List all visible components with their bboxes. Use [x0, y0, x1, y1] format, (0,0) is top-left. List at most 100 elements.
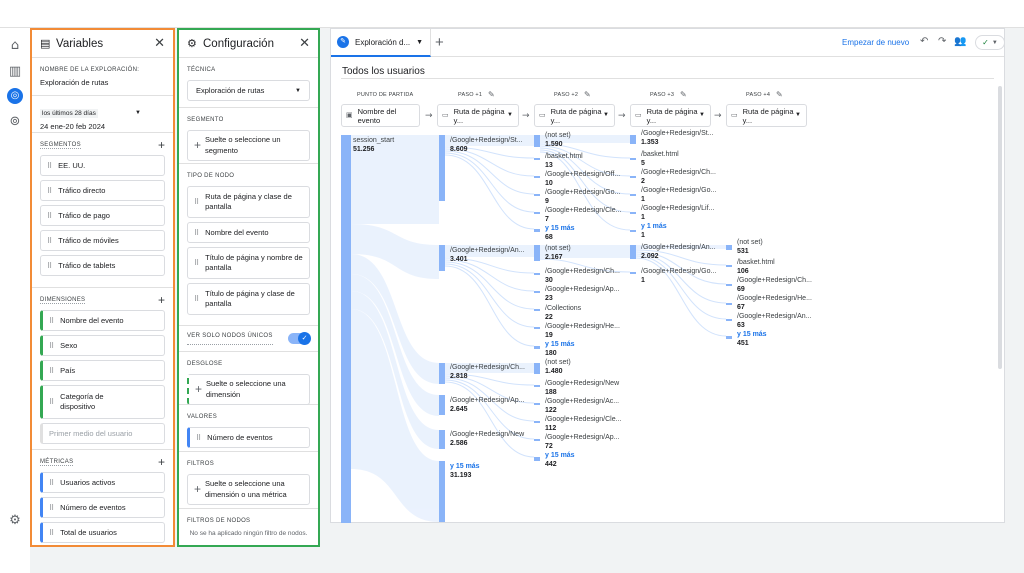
more-link[interactable]: y 15 más: [737, 331, 767, 338]
node-label[interactable]: /Google+Redesign/Lif...: [641, 205, 714, 212]
node-bar[interactable]: [439, 245, 445, 271]
node-bar[interactable]: [534, 421, 540, 423]
node-label[interactable]: /basket.html: [641, 151, 679, 158]
node-label[interactable]: /Google+Redesign/Ch...: [737, 277, 812, 284]
node-label[interactable]: /Google+Redesign/Go...: [641, 187, 716, 194]
segment-chip[interactable]: ⠿ Tráfico de tablets: [40, 255, 165, 276]
node-label[interactable]: /Google+Redesign/St...: [450, 137, 523, 144]
node-bar[interactable]: [534, 346, 540, 349]
node-bar[interactable]: [630, 245, 636, 259]
segment-chip[interactable]: ⠿ EE. UU.: [40, 155, 165, 176]
node-bar[interactable]: [534, 363, 540, 374]
drag-handle-icon[interactable]: ⠿: [49, 367, 54, 375]
segment-chip[interactable]: ⠿ Tráfico de pago: [40, 205, 165, 226]
drag-handle-icon[interactable]: ⠿: [194, 198, 199, 206]
node-bar[interactable]: [534, 457, 540, 461]
node-bar[interactable]: [439, 395, 445, 415]
node-bar[interactable]: [439, 430, 445, 449]
node-label[interactable]: /Google+Redesign/Go...: [545, 189, 620, 196]
dimension-chip[interactable]: ⠿ Sexo: [40, 335, 165, 356]
drag-handle-icon[interactable]: ⠿: [49, 504, 54, 512]
node-bar[interactable]: [630, 176, 636, 178]
more-link[interactable]: y 15 más: [545, 452, 575, 459]
add-dimension-plus-icon[interactable]: +: [158, 293, 165, 307]
node-bar[interactable]: [534, 327, 540, 329]
node-label[interactable]: (not set): [545, 132, 571, 139]
node-bar[interactable]: [534, 309, 540, 311]
exploration-name-value[interactable]: Exploración de rutas: [40, 78, 165, 87]
drag-handle-icon[interactable]: ⠿: [49, 398, 54, 406]
node-bar[interactable]: [439, 135, 445, 201]
node-bar[interactable]: [630, 272, 636, 274]
close-icon[interactable]: ✕: [154, 36, 165, 51]
node-label[interactable]: /Google+Redesign/Off...: [545, 171, 620, 178]
node-bar[interactable]: [534, 158, 540, 160]
node-bar[interactable]: [534, 176, 540, 178]
drag-handle-icon[interactable]: ⠿: [47, 237, 52, 245]
segment-chip[interactable]: ⠿ Tráfico directo: [40, 180, 165, 201]
drag-handle-icon[interactable]: ⠿: [47, 162, 52, 170]
drag-handle-icon[interactable]: ⠿: [47, 262, 52, 270]
node-bar[interactable]: [534, 273, 540, 275]
more-link[interactable]: y 1 más: [641, 223, 667, 230]
technique-select[interactable]: Exploración de rutas ▼: [187, 80, 310, 101]
node-label[interactable]: /Google+Redesign/Ch...: [545, 268, 620, 275]
node-label[interactable]: /Google+Redesign/An...: [450, 247, 525, 254]
node-label[interactable]: /Google+Redesign/Cle...: [545, 207, 621, 214]
node-label[interactable]: /Collections: [545, 305, 581, 312]
node-type-chip[interactable]: ⠿ Ruta de página y clase de pantalla: [187, 186, 310, 218]
filters-dropzone[interactable]: + Suelte o seleccione una dimensión o una…: [187, 474, 310, 505]
node-label[interactable]: /Google+Redesign/An...: [641, 244, 716, 251]
add-segment-plus-icon[interactable]: +: [158, 138, 165, 152]
node-label[interactable]: /Google+Redesign/He...: [545, 323, 620, 330]
drag-handle-icon[interactable]: ⠿: [49, 317, 54, 325]
close-icon[interactable]: ✕: [299, 36, 310, 51]
drag-handle-icon[interactable]: ⠿: [49, 529, 54, 537]
node-label[interactable]: /Google+Redesign/New: [450, 431, 524, 438]
node-label[interactable]: /basket.html: [545, 153, 583, 160]
explore-icon[interactable]: ◎: [7, 88, 23, 104]
node-bar[interactable]: [630, 135, 636, 144]
unique-nodes-toggle[interactable]: ✓: [288, 332, 311, 345]
node-type-chip[interactable]: ⠿ Nombre del evento: [187, 222, 310, 243]
start-node-bar[interactable]: [341, 135, 351, 523]
node-bar[interactable]: [726, 284, 732, 286]
metric-chip[interactable]: ⠿ Número de eventos: [40, 497, 165, 518]
node-label[interactable]: (not set): [545, 245, 571, 252]
metric-chip[interactable]: ⠿ Usuarios activos: [40, 472, 165, 493]
drag-handle-icon[interactable]: ⠿: [49, 479, 54, 487]
dimension-placeholder[interactable]: Primer medio del usuario: [40, 423, 165, 444]
drag-handle-icon[interactable]: ⠿: [47, 212, 52, 220]
admin-gear-icon[interactable]: ⚙: [7, 513, 23, 529]
drag-handle-icon[interactable]: ⠿: [49, 342, 54, 350]
drag-handle-icon[interactable]: ⠿: [196, 434, 201, 442]
node-label[interactable]: /Google+Redesign/New: [545, 380, 619, 387]
node-bar[interactable]: [534, 245, 540, 261]
node-bar[interactable]: [726, 265, 732, 267]
node-label[interactable]: /Google+Redesign/Ap...: [450, 397, 525, 404]
reports-icon[interactable]: ▥: [7, 64, 23, 80]
node-bar[interactable]: [630, 212, 636, 214]
more-link[interactable]: y 15 más: [545, 341, 575, 348]
drag-handle-icon[interactable]: ⠿: [194, 295, 199, 303]
drag-handle-icon[interactable]: ⠿: [194, 229, 199, 237]
node-bar[interactable]: [439, 363, 445, 384]
node-bar[interactable]: [630, 158, 636, 160]
node-bar[interactable]: [534, 291, 540, 293]
more-link[interactable]: y 15 más: [450, 463, 480, 470]
node-type-chip[interactable]: ⠿ Título de página y clase de pantalla: [187, 283, 310, 315]
node-label[interactable]: /Google+Redesign/Ac...: [545, 398, 619, 405]
dimension-chip[interactable]: ⠿ País: [40, 360, 165, 381]
node-label[interactable]: /Google+Redesign/St...: [641, 130, 714, 137]
values-chip[interactable]: ⠿ Número de eventos: [187, 427, 310, 448]
node-label[interactable]: /basket.html: [737, 259, 775, 266]
breakdown-dropzone[interactable]: + Suelte o seleccione una dimensión: [187, 374, 310, 405]
date-range-section[interactable]: los últimos 28 días 24 ene-20 feb 2024 ▼: [32, 96, 173, 133]
node-bar[interactable]: [534, 212, 540, 214]
node-label[interactable]: /Google+Redesign/Ch...: [450, 364, 525, 371]
node-label[interactable]: /Google+Redesign/Ch...: [641, 169, 716, 176]
node-label[interactable]: /Google+Redesign/He...: [737, 295, 812, 302]
segment-chip[interactable]: ⠿ Tráfico de móviles: [40, 230, 165, 251]
dimension-chip[interactable]: ⠿ Nombre del evento: [40, 310, 165, 331]
node-bar[interactable]: [439, 461, 445, 522]
